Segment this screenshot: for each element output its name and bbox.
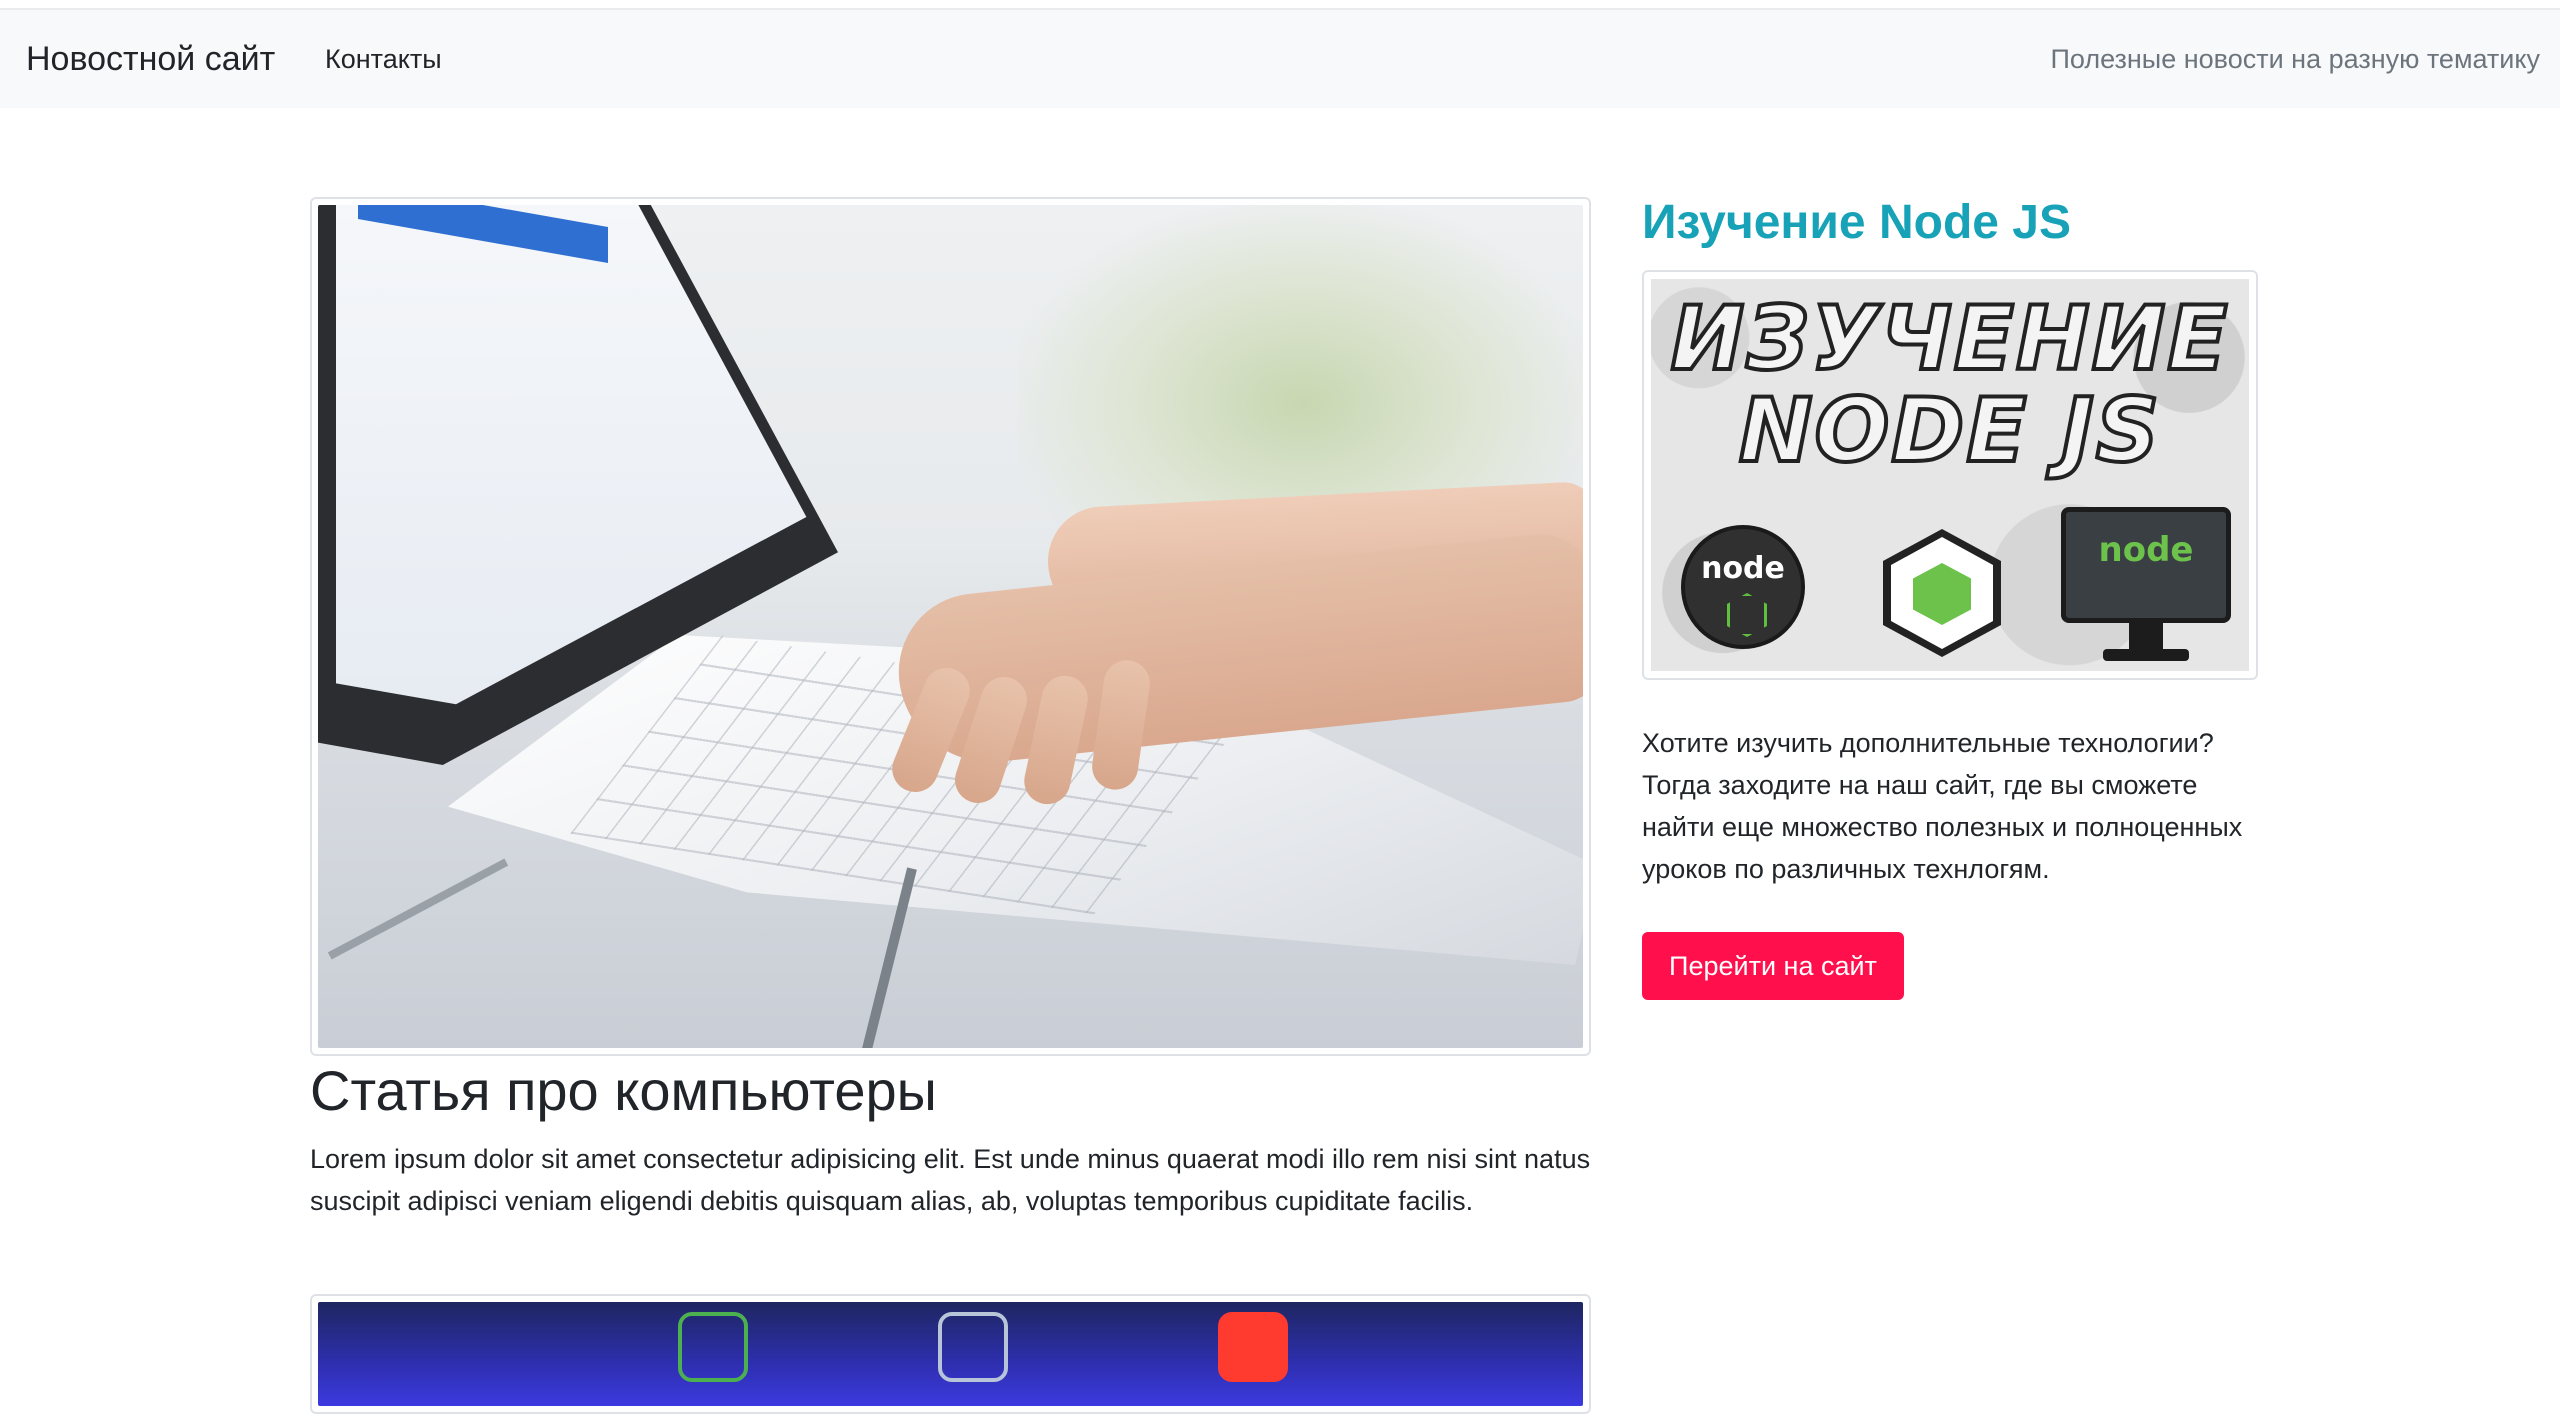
nav-link-contacts[interactable]: Контакты (325, 44, 442, 75)
second-article-image-card (310, 1294, 1591, 1414)
article-image-card (310, 197, 1591, 1056)
nodejs-logo-icon: node (1681, 525, 1805, 649)
top-border (0, 0, 2560, 10)
banner-logo-text: node (1701, 551, 1785, 586)
go-to-site-button[interactable]: Перейти на сайт (1642, 932, 1904, 1000)
brand-link[interactable]: Новостной сайт (26, 40, 275, 79)
monitor-icon: node (2061, 507, 2231, 623)
nodejs-banner-image: ИЗУЧЕНИЕ NODE JS node node (1651, 279, 2249, 671)
banner-heading: ИЗУЧЕНИЕ NODE JS (1669, 287, 2230, 482)
article-text: Lorem ipsum dolor sit amet consectetur a… (310, 1144, 1591, 1216)
cube-icon (1883, 529, 2001, 657)
navbar: Новостной сайт Контакты Полезные новости… (0, 10, 2560, 108)
nodejs-banner-card: ИЗУЧЕНИЕ NODE JS node node (1642, 270, 2258, 680)
banner-monitor-text: node (2098, 530, 2194, 570)
sidebar-text: Хотите изучить дополнительные технологии… (1642, 728, 2243, 884)
laptop-photo (318, 205, 1583, 1048)
navbar-tagline: Полезные новости на разную тематику (2050, 44, 2540, 74)
article-title: Статья про компьютеры (310, 1059, 937, 1122)
sidebar-title: Изучение Node JS (1642, 196, 2071, 249)
tablet-photo (318, 1302, 1583, 1406)
